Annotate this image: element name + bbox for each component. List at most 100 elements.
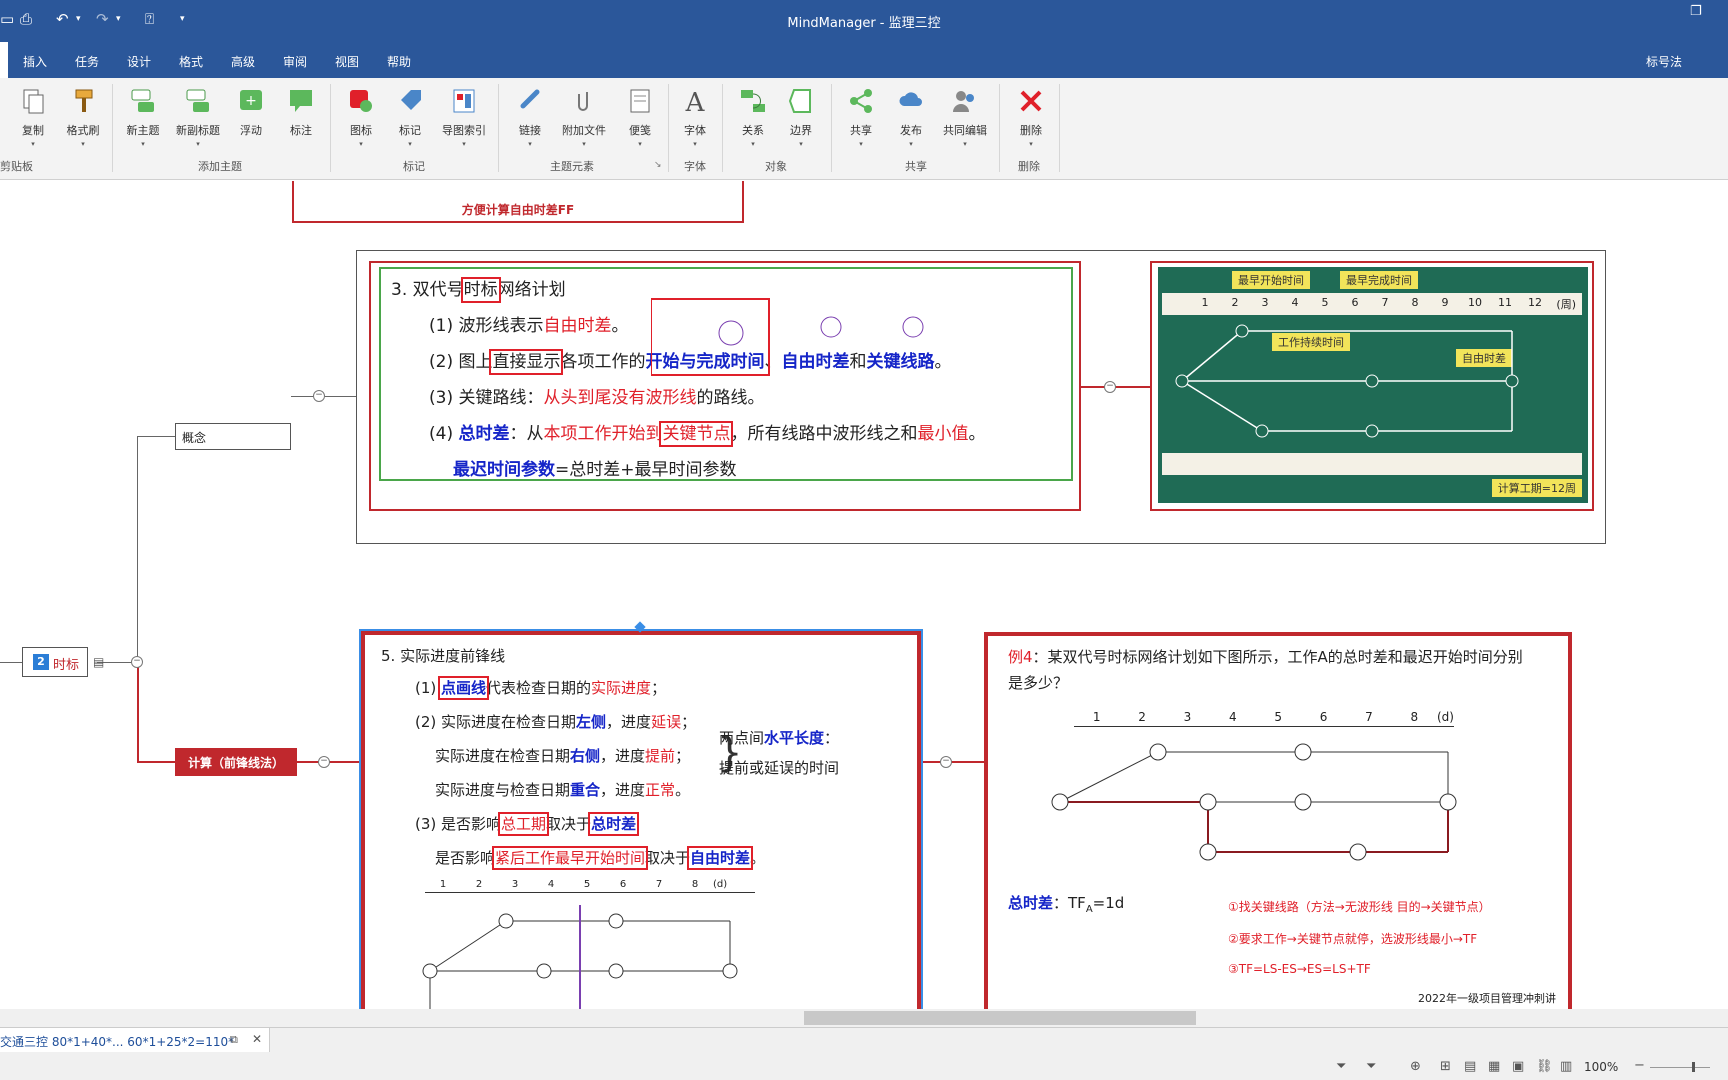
paperclip-icon [578, 92, 588, 111]
tags-button[interactable]: 标记 ▾ [382, 86, 438, 148]
concept-node[interactable]: 概念 [175, 423, 291, 450]
tab-insert[interactable]: 插入 [23, 53, 47, 70]
slide5-line3: 实际进度在检查日期右侧，进度提前； [435, 747, 691, 765]
map-view-icon[interactable]: ▣ [1512, 1059, 1524, 1074]
calc-node[interactable]: 计算（前锋线法） [175, 748, 297, 776]
new-topic-icon [131, 89, 154, 112]
horizontal-scrollbar-thumb[interactable] [804, 1011, 1196, 1025]
slide5-image[interactable]: 5. 实际进度前锋线 (1) 点画线代表检查日期的实际进度； (2) 实际进度在… [359, 629, 923, 1009]
collapse-toggle[interactable]: − [1104, 381, 1116, 393]
map-index-icon [453, 89, 475, 113]
slide5-side1: 两点间水平长度： [719, 729, 840, 747]
example4-line2: 是多少？ [1008, 674, 1069, 692]
tab-task[interactable]: 任务 [75, 53, 99, 70]
new-subtopic-icon [186, 89, 209, 112]
collapse-toggle[interactable]: − [313, 390, 325, 402]
tab-format[interactable]: 格式 [179, 53, 203, 70]
callout-icon [290, 90, 312, 112]
handwriting-marks [651, 298, 924, 376]
horizontal-scrollbar[interactable] [0, 1009, 1728, 1027]
close-icon[interactable]: ✕ [252, 1032, 262, 1046]
tab-label-method[interactable]: 标号法 [1646, 53, 1682, 70]
copy-label: 复制 [22, 124, 44, 137]
share-icon [850, 89, 872, 113]
tab-view[interactable]: 视图 [335, 53, 359, 70]
example4-scale: 1 2 3 4 5 6 7 8 (d) [1074, 710, 1454, 727]
notes-button[interactable]: 便笺 ▾ [612, 86, 668, 148]
new-topic-button[interactable]: 新主题 ▾ [115, 86, 171, 148]
slide5-ticks: 1 2 3 4 5 6 7 8 (d) [439, 879, 728, 890]
example4-image[interactable]: 例4：某双代号时标网络计划如下图所示，工作A的总时差和最迟开始时间分别 是多少？… [984, 632, 1572, 1009]
presentation-icon[interactable]: ▥ [1560, 1059, 1572, 1074]
tab-design[interactable]: 设计 [127, 53, 151, 70]
tab-review[interactable]: 审阅 [283, 53, 307, 70]
tab-help[interactable]: 帮助 [387, 53, 411, 70]
link-icon [520, 89, 540, 109]
link-label: 链接 [519, 124, 541, 137]
file-tab-edge[interactable] [0, 42, 8, 78]
format-painter-button[interactable]: 格式刷 ▾ [55, 86, 111, 148]
doc-tab[interactable]: 交通三控 80*1+40*... 60*1+25*2=110* ⧉ ✕ [0, 1028, 270, 1052]
status-bar: 交通三控 80*1+40*... 60*1+25*2=110* ⧉ ✕ ⏷ ⏷ … [0, 1027, 1728, 1080]
focus-icon[interactable]: ⊕ [1410, 1059, 1421, 1074]
branch-line-red [920, 761, 985, 763]
collapse-toggle[interactable]: − [318, 756, 330, 768]
floating-topic-button[interactable]: + 浮动 [223, 86, 279, 138]
attach-file-button[interactable]: 附加文件 ▾ [556, 86, 612, 148]
co-edit-button[interactable]: 共同编辑 ▾ [937, 86, 993, 148]
callout-label: 标注 [290, 124, 312, 137]
zoom-out-icon[interactable]: − [1634, 1058, 1645, 1073]
zoom-slider-thumb[interactable] [1692, 1062, 1695, 1072]
fit-map-icon[interactable]: ⊞ [1440, 1059, 1451, 1074]
calendar-icon[interactable]: ▦ [1488, 1059, 1500, 1074]
tab-popout-icon[interactable]: ⧉ [230, 1033, 238, 1047]
floating-topic-icon: + [240, 90, 262, 110]
example4-ticks: 1 2 3 4 5 6 7 8 (d) [1092, 710, 1454, 724]
filter-topics-icon[interactable]: ⏷ [1366, 1059, 1376, 1074]
cloud-upload-icon [899, 92, 922, 106]
map-index-button[interactable]: 导图索引 ▾ [436, 86, 492, 148]
example4-footer: 2022年一级项目管理冲刺讲 [1418, 992, 1556, 1005]
zoom-slider[interactable] [1650, 1067, 1710, 1068]
collapse-toggle[interactable]: − [131, 656, 143, 668]
link-button[interactable]: 链接 ▾ [502, 86, 558, 148]
collapse-toggle[interactable]: − [940, 756, 952, 768]
link-view-icon[interactable]: ⛓ [1536, 1059, 1553, 1074]
copy-button[interactable]: 复制 ▾ [5, 86, 61, 148]
icons-button[interactable]: 图标 ▾ [333, 86, 389, 148]
slide5-line5: (3) 是否影响总工期取决于总时差 [415, 812, 640, 836]
top-note-box[interactable]: 方便计算自由时差FF [292, 181, 744, 223]
tab-advanced[interactable]: 高级 [231, 53, 255, 70]
slide5-side2: 提前或延误的时间 [719, 759, 840, 777]
board-ticks: 1 2 3 4 5 6 7 8 9 10 11 12 [1201, 296, 1543, 309]
board-label-es: 最早开始时间 [1232, 271, 1310, 289]
group-marks: 标记 [403, 160, 425, 173]
share-button[interactable]: 共享 ▾ [833, 86, 889, 148]
ribbon: 复制 ▾ 格式刷 ▾ 新主题 ▾ 新副标题 ▾ + 浮动 标注 添加主题 剪贴板 图标 ▾… [0, 78, 1728, 180]
time-node-number: 2 [33, 654, 49, 670]
slide5-network-diagram [422, 905, 738, 1009]
example4-note3: ③TF=LS-ES→ES=LS+TF [1228, 962, 1371, 976]
copy-icon [23, 89, 44, 114]
new-subtopic-button[interactable]: 新副标题 ▾ [170, 86, 226, 148]
co-edit-label: 共同编辑 [943, 124, 987, 137]
dialog-launcher-icon[interactable]: ↘ [654, 160, 662, 170]
callout-button[interactable]: 标注 [273, 86, 329, 138]
board-unit: (周) [1556, 298, 1576, 311]
restore-window-icon[interactable]: ❐ [1690, 4, 1702, 19]
outline-view-icon[interactable]: ▤ [1464, 1059, 1476, 1074]
boundary-button[interactable]: 边界 ▾ [773, 86, 829, 148]
filter-icon[interactable]: ⏷ [1336, 1059, 1346, 1074]
publish-button[interactable]: 发布 ▾ [883, 86, 939, 148]
map-canvas[interactable]: 方便计算自由时差FF 概念 − 2 时标 ▤ − 计算（前锋线法） − 3. 双… [0, 181, 1728, 1009]
time-node[interactable]: 2 时标 [22, 647, 88, 677]
branch-line [137, 436, 175, 437]
delete-button[interactable]: 删除 ▾ [1003, 86, 1059, 148]
slide3-title: 3. 双代号时标网络计划 [391, 277, 566, 303]
notes-icon[interactable]: ▤ [93, 655, 104, 669]
new-topic-label: 新主题 [126, 124, 160, 137]
font-button[interactable]: A 字体 ▾ [667, 86, 723, 148]
chalkboard-photo[interactable]: 最早开始时间 最早完成时间 工作持续时间 自由时差 (周) 1234567891… [1150, 261, 1594, 511]
concept-label: 概念 [182, 431, 207, 445]
slide3-image[interactable]: 3. 双代号时标网络计划 (1) 波形线表示自由时差。 (2) 图上直接显示各项… [369, 261, 1081, 511]
